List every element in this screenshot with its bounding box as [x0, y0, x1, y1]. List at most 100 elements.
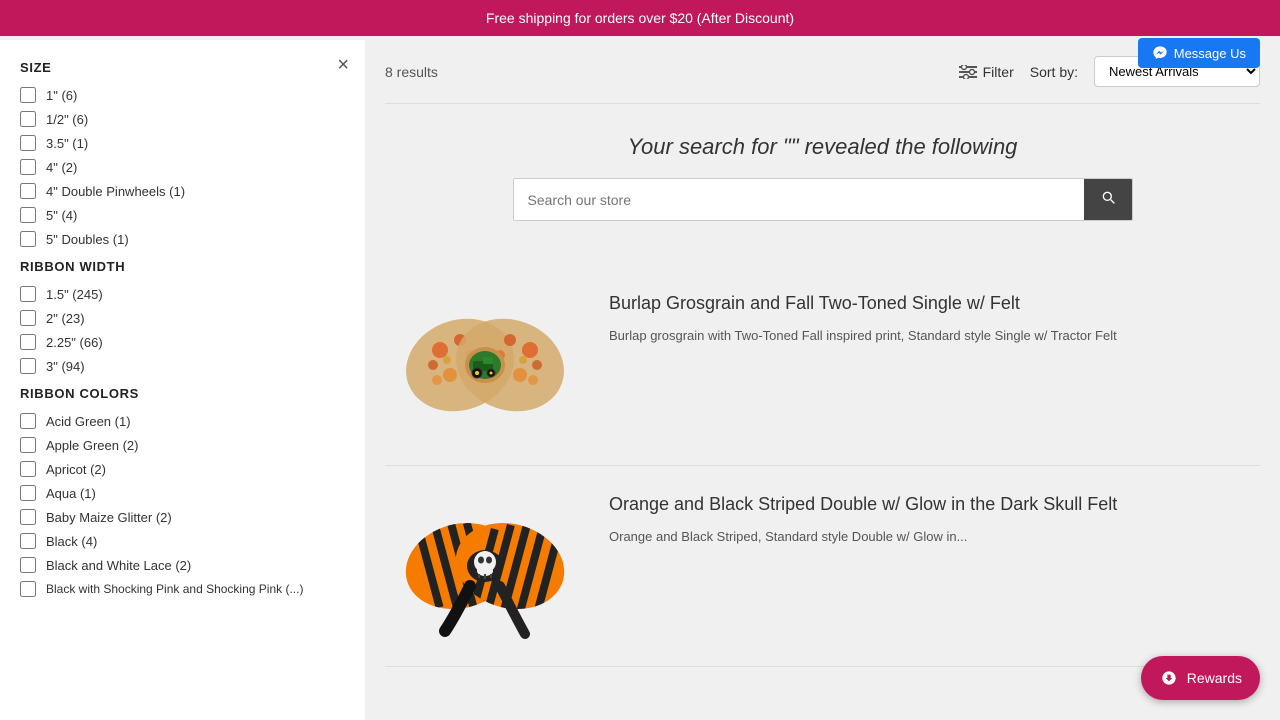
bow-fall-image [395, 285, 575, 445]
banner-text: Free shipping for orders over $20 (After… [486, 10, 794, 26]
checkbox-rc-1[interactable] [20, 413, 36, 429]
message-us-button[interactable]: Message Us [1138, 38, 1260, 68]
results-header: 8 results Filter Sort by: Newest Arriv [385, 40, 1260, 104]
checkbox-rc-2[interactable] [20, 437, 36, 453]
checkbox-size-3[interactable] [20, 135, 36, 151]
label-size-1: 1" (6) [46, 88, 77, 103]
product-image-area-1 [385, 285, 585, 445]
checkbox-size-4[interactable] [20, 159, 36, 175]
close-button[interactable]: × [337, 54, 349, 77]
checkbox-size-6[interactable] [20, 207, 36, 223]
filter-icon [959, 65, 977, 79]
search-section: Your search for "" revealed the followin… [385, 124, 1260, 241]
messenger-icon [1152, 45, 1168, 61]
search-icon [1100, 189, 1116, 205]
label-rc-1: Acid Green (1) [46, 414, 131, 429]
product-info-2: Orange and Black Striped Double w/ Glow … [609, 486, 1260, 646]
checkbox-size-7[interactable] [20, 231, 36, 247]
rewards-label: Rewards [1187, 670, 1242, 686]
product-info-1: Burlap Grosgrain and Fall Two-Toned Sing… [609, 285, 1260, 445]
product-title-1[interactable]: Burlap Grosgrain and Fall Two-Toned Sing… [609, 293, 1260, 314]
filter-item-rw-4[interactable]: 3" (94) [20, 358, 345, 374]
checkbox-rw-1[interactable] [20, 286, 36, 302]
filter-item-rw-1[interactable]: 1.5" (245) [20, 286, 345, 302]
search-title: Your search for "" revealed the followin… [385, 134, 1260, 160]
label-size-5: 4" Double Pinwheels (1) [46, 184, 185, 199]
filter-item-rc-4[interactable]: Aqua (1) [20, 485, 345, 501]
label-rw-3: 2.25" (66) [46, 335, 103, 350]
filter-label: Filter [983, 64, 1014, 80]
label-size-7: 5" Doubles (1) [46, 232, 129, 247]
checkbox-rc-5[interactable] [20, 509, 36, 525]
product-image-1[interactable] [395, 285, 575, 445]
label-size-3: 3.5" (1) [46, 136, 88, 151]
checkbox-rw-4[interactable] [20, 358, 36, 374]
checkbox-rc-7[interactable] [20, 557, 36, 573]
filter-item-rc-3[interactable]: Apricot (2) [20, 461, 345, 477]
product-image-area-2 [385, 486, 585, 646]
label-rc-3: Apricot (2) [46, 462, 106, 477]
search-button[interactable] [1084, 179, 1132, 220]
rewards-icon [1159, 668, 1179, 688]
message-us-label: Message Us [1174, 46, 1246, 61]
filter-item-rc-7[interactable]: Black and White Lace (2) [20, 557, 345, 573]
search-input[interactable] [514, 179, 1084, 220]
filter-item-size-2[interactable]: 1/2" (6) [20, 111, 345, 127]
checkbox-rc-3[interactable] [20, 461, 36, 477]
sidebar: × SIZE 1" (6) 1/2" (6) 3.5" (1) 4" (2) [0, 40, 365, 720]
label-rw-2: 2" (23) [46, 311, 85, 326]
checkbox-rw-3[interactable] [20, 334, 36, 350]
filter-item-rc-8[interactable]: Black with Shocking Pink and Shocking Pi… [20, 581, 345, 597]
label-size-2: 1/2" (6) [46, 112, 88, 127]
sort-label: Sort by: [1030, 64, 1078, 80]
filter-item-rw-2[interactable]: 2" (23) [20, 310, 345, 326]
filter-item-rc-2[interactable]: Apple Green (2) [20, 437, 345, 453]
checkbox-rw-2[interactable] [20, 310, 36, 326]
filter-item-size-6[interactable]: 5" (4) [20, 207, 345, 223]
search-bar [513, 178, 1133, 221]
filter-button[interactable]: Filter [959, 64, 1014, 80]
filter-item-size-1[interactable]: 1" (6) [20, 87, 345, 103]
filter-item-rc-6[interactable]: Black (4) [20, 533, 345, 549]
filter-item-size-4[interactable]: 4" (2) [20, 159, 345, 175]
label-rw-1: 1.5" (245) [46, 287, 103, 302]
ribbon-width-filter-list: 1.5" (245) 2" (23) 2.25" (66) 3" (94) [20, 286, 345, 374]
checkbox-rc-8[interactable] [20, 581, 36, 597]
size-filter-list: 1" (6) 1/2" (6) 3.5" (1) 4" (2) 4" Doubl… [20, 87, 345, 247]
results-count: 8 results [385, 64, 438, 80]
product-desc-2: Orange and Black Striped, Standard style… [609, 527, 1260, 547]
ribbon-width-section-title: RIBBON WIDTH [20, 259, 345, 274]
label-rc-8: Black with Shocking Pink and Shocking Pi… [46, 582, 303, 596]
label-rc-5: Baby Maize Glitter (2) [46, 510, 172, 525]
label-rc-4: Aqua (1) [46, 486, 96, 501]
label-size-4: 4" (2) [46, 160, 77, 175]
filter-item-rc-5[interactable]: Baby Maize Glitter (2) [20, 509, 345, 525]
product-card-2: Orange and Black Striped Double w/ Glow … [385, 466, 1260, 667]
product-card-1: Burlap Grosgrain and Fall Two-Toned Sing… [385, 265, 1260, 466]
rewards-button[interactable]: Rewards [1141, 656, 1260, 700]
product-title-2[interactable]: Orange and Black Striped Double w/ Glow … [609, 494, 1260, 515]
product-image-2[interactable] [395, 486, 575, 646]
label-size-6: 5" (4) [46, 208, 77, 223]
product-desc-1: Burlap grosgrain with Two-Toned Fall ins… [609, 326, 1260, 346]
label-rc-6: Black (4) [46, 534, 97, 549]
filter-item-size-3[interactable]: 3.5" (1) [20, 135, 345, 151]
bow-skull-image [395, 486, 575, 646]
checkbox-size-2[interactable] [20, 111, 36, 127]
label-rc-7: Black and White Lace (2) [46, 558, 191, 573]
ribbon-colors-section-title: RIBBON COLORS [20, 386, 345, 401]
label-rw-4: 3" (94) [46, 359, 85, 374]
top-banner: Free shipping for orders over $20 (After… [0, 0, 1280, 36]
checkbox-rc-4[interactable] [20, 485, 36, 501]
filter-item-rc-1[interactable]: Acid Green (1) [20, 413, 345, 429]
ribbon-colors-filter-list: Acid Green (1) Apple Green (2) Apricot (… [20, 413, 345, 597]
checkbox-rc-6[interactable] [20, 533, 36, 549]
filter-item-rw-3[interactable]: 2.25" (66) [20, 334, 345, 350]
filter-item-size-5[interactable]: 4" Double Pinwheels (1) [20, 183, 345, 199]
size-section-title: SIZE [20, 60, 345, 75]
checkbox-size-5[interactable] [20, 183, 36, 199]
filter-item-size-7[interactable]: 5" Doubles (1) [20, 231, 345, 247]
label-rc-2: Apple Green (2) [46, 438, 139, 453]
checkbox-size-1[interactable] [20, 87, 36, 103]
main-content: 8 results Filter Sort by: Newest Arriv [365, 40, 1280, 720]
